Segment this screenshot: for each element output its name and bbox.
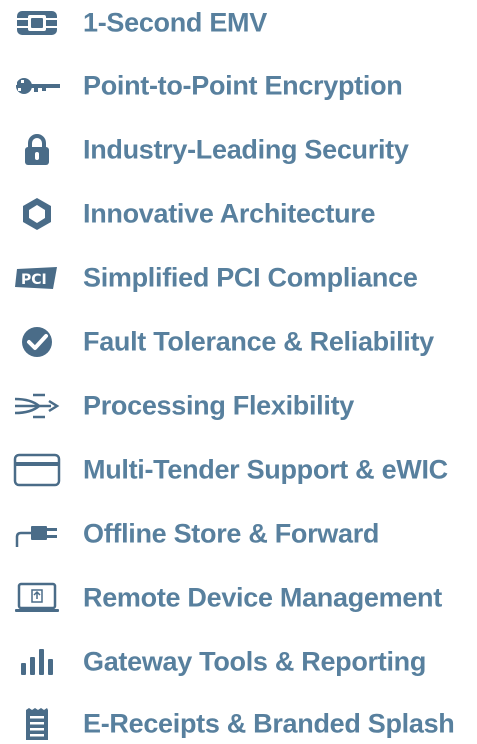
feature-item-security: Industry-Leading Security	[0, 130, 477, 170]
plug-icon	[12, 514, 62, 554]
card-icon	[12, 450, 62, 490]
feature-label: Offline Store & Forward	[83, 518, 380, 549]
hexagon-icon	[12, 194, 62, 234]
bar-chart-icon	[12, 642, 62, 682]
feature-label: Innovative Architecture	[83, 198, 376, 229]
feature-label: E-Receipts & Branded Splash	[83, 708, 455, 739]
feature-item-emv: 1-Second EMV	[0, 3, 477, 43]
feature-label: Point-to-Point Encryption	[83, 70, 403, 101]
feature-label: Simplified PCI Compliance	[83, 262, 418, 293]
branching-arrows-icon	[12, 386, 62, 426]
feature-item-architecture: Innovative Architecture	[0, 194, 477, 234]
feature-label: Processing Flexibility	[83, 390, 354, 421]
feature-item-gateway: Gateway Tools & Reporting	[0, 642, 477, 682]
receipt-icon	[12, 704, 62, 744]
feature-item-ereceipts: E-Receipts & Branded Splash	[0, 704, 477, 744]
feature-item-processing: Processing Flexibility	[0, 386, 477, 426]
pci-badge-icon: PCI	[12, 258, 62, 298]
feature-item-p2pe: Point-to-Point Encryption	[0, 66, 477, 106]
feature-label: Fault Tolerance & Reliability	[83, 326, 434, 357]
feature-label: Industry-Leading Security	[83, 134, 409, 165]
feature-item-pci: PCI Simplified PCI Compliance	[0, 258, 477, 298]
feature-item-multi-tender: Multi-Tender Support & eWIC	[0, 450, 477, 490]
feature-item-fault-tolerance: Fault Tolerance & Reliability	[0, 322, 477, 362]
feature-label: 1-Second EMV	[83, 7, 267, 38]
key-icon	[12, 66, 62, 106]
feature-item-offline: Offline Store & Forward	[0, 514, 477, 554]
feature-label: Remote Device Management	[83, 582, 442, 613]
feature-label: Gateway Tools & Reporting	[83, 646, 427, 677]
padlock-icon	[12, 130, 62, 170]
feature-item-remote: Remote Device Management	[0, 578, 477, 618]
feature-label: Multi-Tender Support & eWIC	[83, 454, 448, 485]
laptop-upload-icon	[12, 578, 62, 618]
chip-card-icon	[12, 3, 62, 43]
check-badge-icon	[12, 322, 62, 362]
svg-text:PCI: PCI	[21, 272, 47, 288]
